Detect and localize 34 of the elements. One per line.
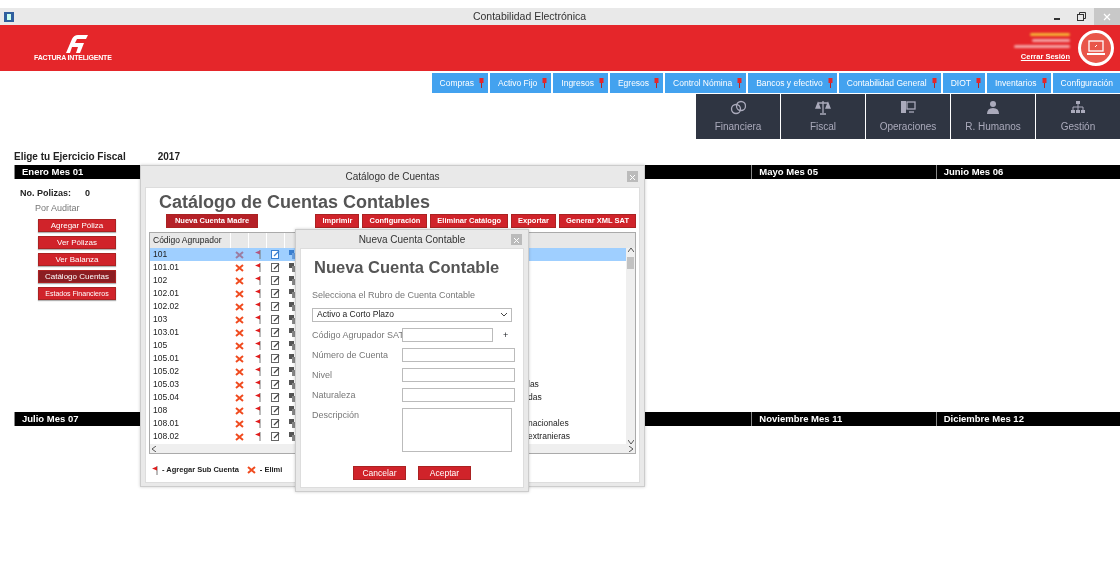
window-title: Catálogo de Cuentas [345, 170, 440, 184]
field-label: Naturaleza [312, 388, 357, 402]
dialog-title: Nueva Cuenta Contable [358, 232, 466, 247]
table-cell-text: 103 [152, 313, 169, 326]
column-header: Código Agrupador [152, 234, 223, 247]
table-cell: nacionales [528, 418, 569, 429]
dialog-heading: Nueva Cuenta Contable [313, 257, 501, 278]
polizas-label: No. Polizas: [20, 187, 71, 200]
table-cell-text: 103.01 [152, 326, 180, 339]
polizas-count: 0 [85, 187, 91, 200]
month-header: Noviembre Mes 11 [751, 412, 936, 426]
catalog-heading: Catálogo de Cuentas Contables [158, 191, 432, 212]
table-cell-text: 102.02 [152, 300, 180, 313]
table-cell-text: 105 [152, 339, 169, 352]
field-label: Número de Cuenta [312, 348, 390, 362]
field-label: Nivel [312, 368, 333, 382]
month-header: Mayo Mes 05 [751, 165, 936, 179]
table-cell-text: 108.02 [152, 430, 180, 443]
table-cell: extranieras [528, 431, 571, 442]
window-title: Contabilidad Electrónica [471, 8, 588, 24]
fiscal-year-label: Elige tu Ejercicio Fiscal [14, 150, 126, 164]
table-cell-text: 105.02 [152, 365, 180, 378]
table-cell-text: 105.03 [152, 378, 180, 391]
month-header: Diciembre Mes 12 [935, 412, 1120, 426]
month-header: Junio Mes 06 [935, 165, 1120, 179]
table-cell: las [528, 379, 539, 390]
table-cell-text: 102.01 [152, 287, 180, 300]
field-label: Descripción [312, 408, 361, 422]
field-label: Selecciona el Rubro de Cuenta Contable [312, 289, 477, 302]
table-cell-text: 105.01 [152, 352, 180, 365]
table-cell-text: 101.01 [152, 261, 180, 274]
table-cell-text: 101 [152, 248, 169, 261]
table-cell-text: 105.04 [152, 391, 180, 404]
table-cell-text: 102 [152, 274, 169, 287]
